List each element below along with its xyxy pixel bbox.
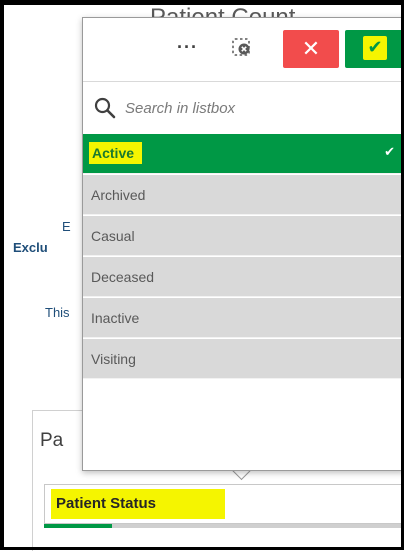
selection-state-fill xyxy=(44,524,113,528)
list-item-label: Deceased xyxy=(91,269,155,285)
window-frame-left xyxy=(0,0,4,550)
list-item-label: Visiting xyxy=(91,351,136,367)
list-item-archived[interactable]: Archived xyxy=(83,175,404,215)
bg-text-fragment: This xyxy=(45,305,70,320)
list-item-label: Archived xyxy=(91,187,146,203)
list-item-label: Inactive xyxy=(91,310,140,326)
panel-title: Pa xyxy=(40,430,64,451)
search-icon xyxy=(93,96,117,120)
bg-text-fragment: E xyxy=(62,219,71,234)
selection-state-bar xyxy=(44,524,404,528)
patient-status-label[interactable]: Patient Status xyxy=(51,489,225,519)
more-options-icon[interactable]: ··· xyxy=(177,38,198,56)
cancel-selection-button[interactable]: ✕ xyxy=(283,30,339,68)
clear-selections-icon[interactable] xyxy=(231,36,253,58)
list-item-casual[interactable]: Casual xyxy=(83,216,404,256)
list-item-label: Active xyxy=(89,142,143,164)
search-row xyxy=(83,81,404,135)
list-item-deceased[interactable]: Deceased xyxy=(83,257,404,297)
check-icon: ✔ xyxy=(363,36,387,60)
window-frame-top xyxy=(0,0,404,5)
check-icon: ✔ xyxy=(384,145,395,160)
list-item-active[interactable]: Active ✔ xyxy=(83,134,404,174)
list-item-visiting[interactable]: Visiting xyxy=(83,339,404,379)
bg-text-fragment: Exclu xyxy=(13,240,48,255)
search-input[interactable] xyxy=(125,94,385,122)
listbox-popover: ··· ✕ ✔ Active ✔ Archived xyxy=(82,17,404,471)
confirm-selection-button[interactable]: ✔ xyxy=(345,30,404,68)
list-item-inactive[interactable]: Inactive xyxy=(83,298,404,338)
listbox-toolbar: ··· ✕ ✔ xyxy=(83,18,404,80)
list-item-label: Casual xyxy=(91,228,135,244)
